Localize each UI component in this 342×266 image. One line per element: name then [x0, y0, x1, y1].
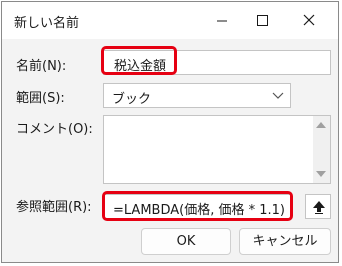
close-button[interactable]: [289, 2, 329, 39]
comment-scrollbar[interactable]: [313, 116, 330, 183]
arrow-up-icon: [313, 201, 325, 214]
collapse-dialog-button[interactable]: [305, 194, 331, 219]
name-highlight-box: [101, 46, 177, 75]
scope-select-value: ブック: [112, 92, 152, 107]
name-label: 名前(N):: [16, 59, 67, 74]
cancel-button[interactable]: キャンセル: [239, 228, 331, 255]
scope-label: 範囲(S):: [16, 91, 65, 106]
refers-to-label: 参照範囲(R):: [16, 200, 92, 215]
comment-textarea[interactable]: [103, 115, 331, 184]
comment-label: コメント(O):: [16, 122, 93, 137]
close-icon: [303, 14, 315, 26]
minimize-icon: [217, 20, 227, 22]
refers-to-highlight-box: [102, 191, 293, 221]
minimize-button[interactable]: [202, 2, 242, 39]
new-name-dialog: 新しい名前 名前(N): 税込金額 範囲(S): ブック コメント(O): 参照…: [1, 1, 339, 263]
dialog-title: 新しい名前: [14, 16, 80, 31]
scroll-down-icon[interactable]: [316, 171, 326, 177]
ok-button[interactable]: OK: [141, 228, 231, 255]
maximize-icon: [257, 15, 268, 26]
scope-select[interactable]: ブック: [103, 83, 291, 108]
title-bar: 新しい名前: [2, 2, 338, 39]
chevron-down-icon: [272, 92, 284, 99]
maximize-button[interactable]: [242, 2, 282, 39]
scroll-up-icon[interactable]: [316, 122, 326, 128]
